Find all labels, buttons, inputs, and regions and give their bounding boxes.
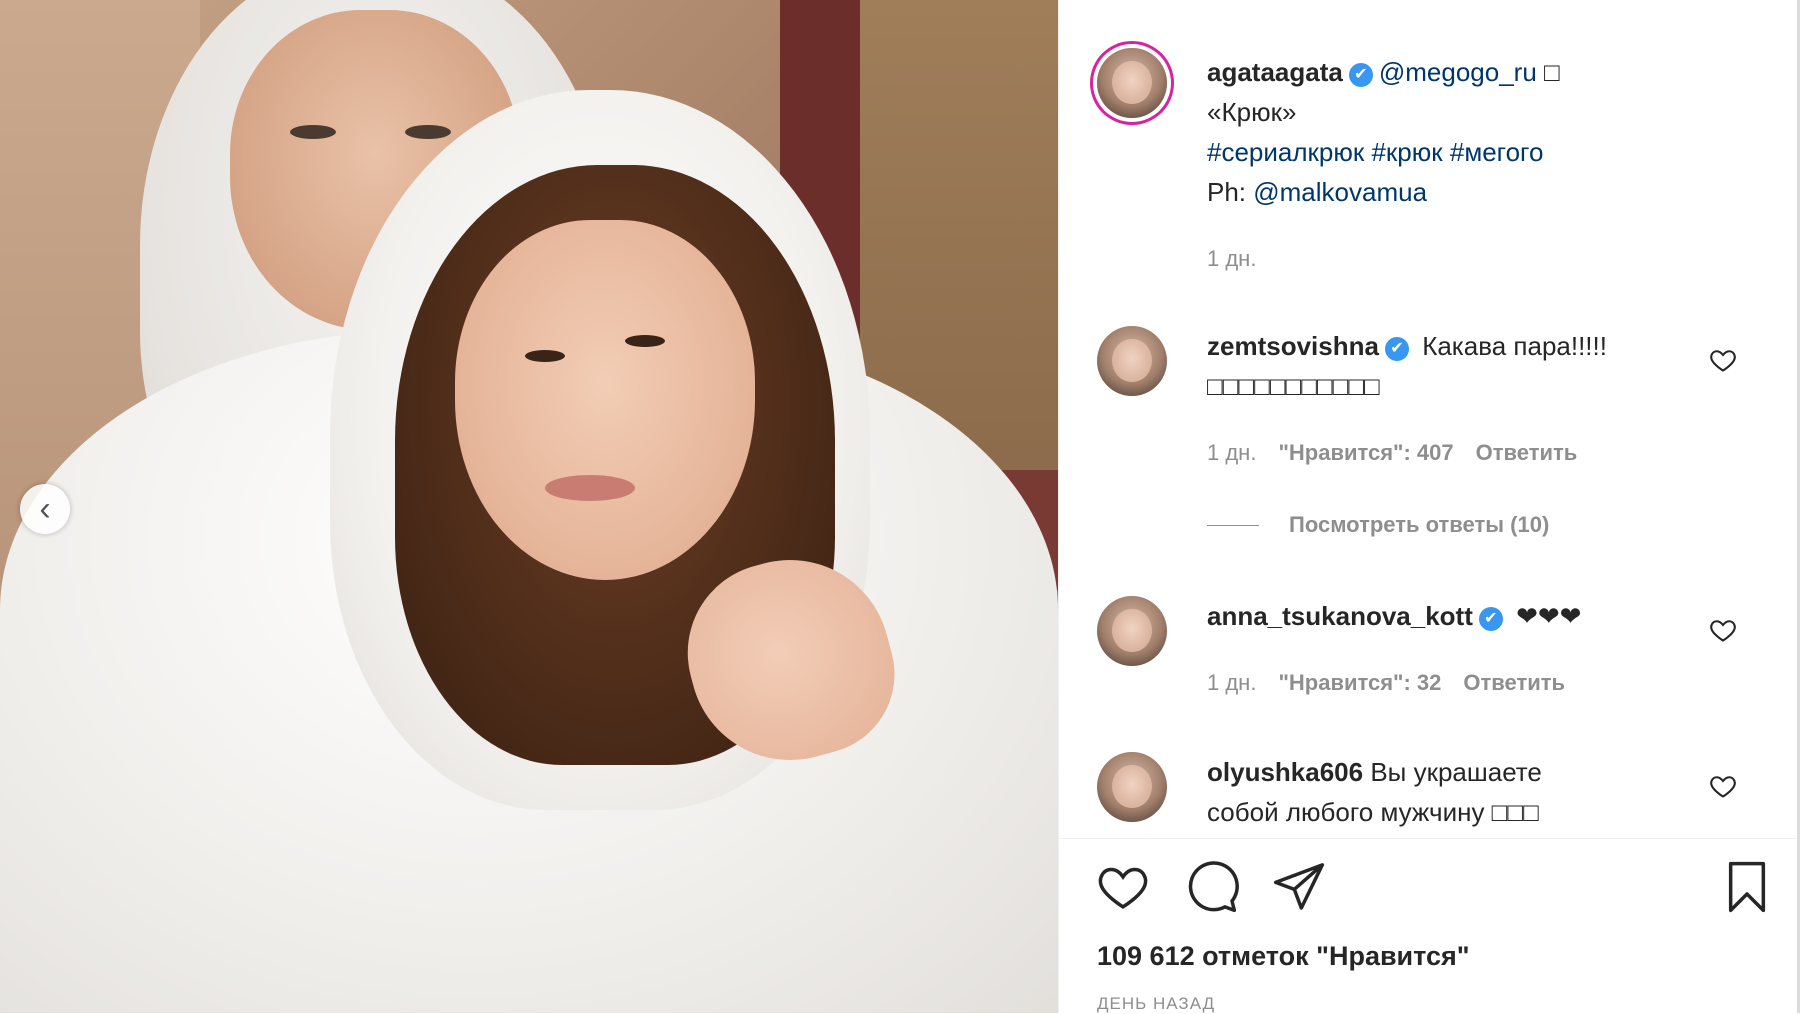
caption-time[interactable]: 1 дн. [1207,246,1256,271]
comment-reply-button[interactable]: Ответить [1476,440,1578,465]
photo-man-eye [290,125,336,139]
post-actions-bar: 109 612 отметок "Нравится" День назад [1059,838,1800,1014]
caption-ph-mention[interactable]: @malkovamua [1253,177,1427,207]
comment-avatar[interactable] [1097,752,1167,822]
comment-like-heart-icon[interactable] [1709,616,1737,644]
photo-woman-lips [545,475,635,501]
bookmark-icon[interactable] [1719,859,1775,915]
caption-hashtags[interactable]: #сериалкрюк #крюк #мегого [1207,137,1543,167]
replies-divider [1207,524,1259,526]
comment-text: Вы украшаете [1370,757,1542,787]
like-heart-icon[interactable] [1095,859,1151,915]
photo-woman-face [455,220,755,580]
caption-mention[interactable]: @megogo_ru [1379,57,1537,87]
comment-like-heart-icon[interactable] [1709,346,1737,374]
verified-badge-icon: ✔ [1478,607,1503,631]
comment-avatar-face [1112,608,1152,652]
view-replies-label: Посмотреть ответы (10) [1289,512,1550,537]
comment-2: anna_tsukanova_kott ✔ ❤❤❤ [1207,596,1727,636]
comment-avatar[interactable] [1097,326,1167,396]
comment-reply-button[interactable]: Ответить [1463,670,1565,695]
comments-scroll-area[interactable]: agataagata ✔ @megogo_ru □ «Крюк» #сериалкр… [1059,0,1800,838]
prev-slide-button[interactable]: ‹ [20,484,70,534]
comment-avatar-face [1112,764,1152,808]
post-likes-count[interactable]: 109 612 отметок "Нравится" [1097,941,1470,972]
photo-woman-eye [625,335,665,347]
author-avatar-face [1112,60,1152,104]
post-photo[interactable]: ‹ [0,0,1058,1013]
comment-meta: 1 дн. "Нравится": 407 Ответить [1207,440,1599,466]
comment-text: ❤❤❤ [1516,601,1582,631]
comment-bubble-icon[interactable] [1183,859,1239,915]
author-username[interactable]: agataagata [1207,57,1343,87]
caption-title: «Крюк» [1207,97,1297,127]
comment-username[interactable]: anna_tsukanova_kott [1207,601,1473,631]
caption-emoji: □ [1544,57,1560,87]
comment-text-line2: собой любого мужчину □□□ [1207,797,1539,827]
verified-badge-icon: ✔ [1384,337,1409,361]
photo-woman-eye [525,350,565,362]
comment-username[interactable]: olyushka606 [1207,757,1363,787]
view-replies-button[interactable]: Посмотреть ответы (10) [1207,512,1549,538]
post-caption: agataagata ✔ @megogo_ru □ «Крюк» #сериалкр… [1207,52,1727,212]
author-avatar[interactable] [1097,48,1167,118]
post-side-panel: agataagata ✔ @megogo_ru □ «Крюк» #сериалкр… [1058,0,1800,1014]
caption-ph-label: Ph: [1207,177,1254,207]
comment-text-line2: □□□□□□□□□□□ [1207,371,1380,401]
caption-meta: 1 дн. [1207,246,1278,272]
comment-3: olyushka606 Вы украшаете собой любого му… [1207,752,1727,832]
photo-man-eye [405,125,451,139]
comment-1: zemtsovishna ✔ Какава пара!!!!! □□□□□□□□□… [1207,326,1727,406]
share-paper-plane-icon[interactable] [1271,859,1327,915]
comment-likes[interactable]: "Нравится": 407 [1278,440,1453,465]
comment-text: Какава пара!!!!! [1422,331,1607,361]
comment-username[interactable]: zemtsovishna [1207,331,1379,361]
comment-avatar[interactable] [1097,596,1167,666]
comment-likes[interactable]: "Нравится": 32 [1278,670,1441,695]
verified-badge-icon: ✔ [1348,63,1373,87]
post-timestamp[interactable]: День назад [1097,994,1215,1014]
comment-like-heart-icon[interactable] [1709,772,1737,800]
comment-meta: 1 дн. "Нравится": 32 Ответить [1207,670,1587,696]
comment-time[interactable]: 1 дн. [1207,670,1256,695]
comment-avatar-face [1112,338,1152,382]
comment-time[interactable]: 1 дн. [1207,440,1256,465]
chevron-left-icon: ‹ [39,489,51,528]
